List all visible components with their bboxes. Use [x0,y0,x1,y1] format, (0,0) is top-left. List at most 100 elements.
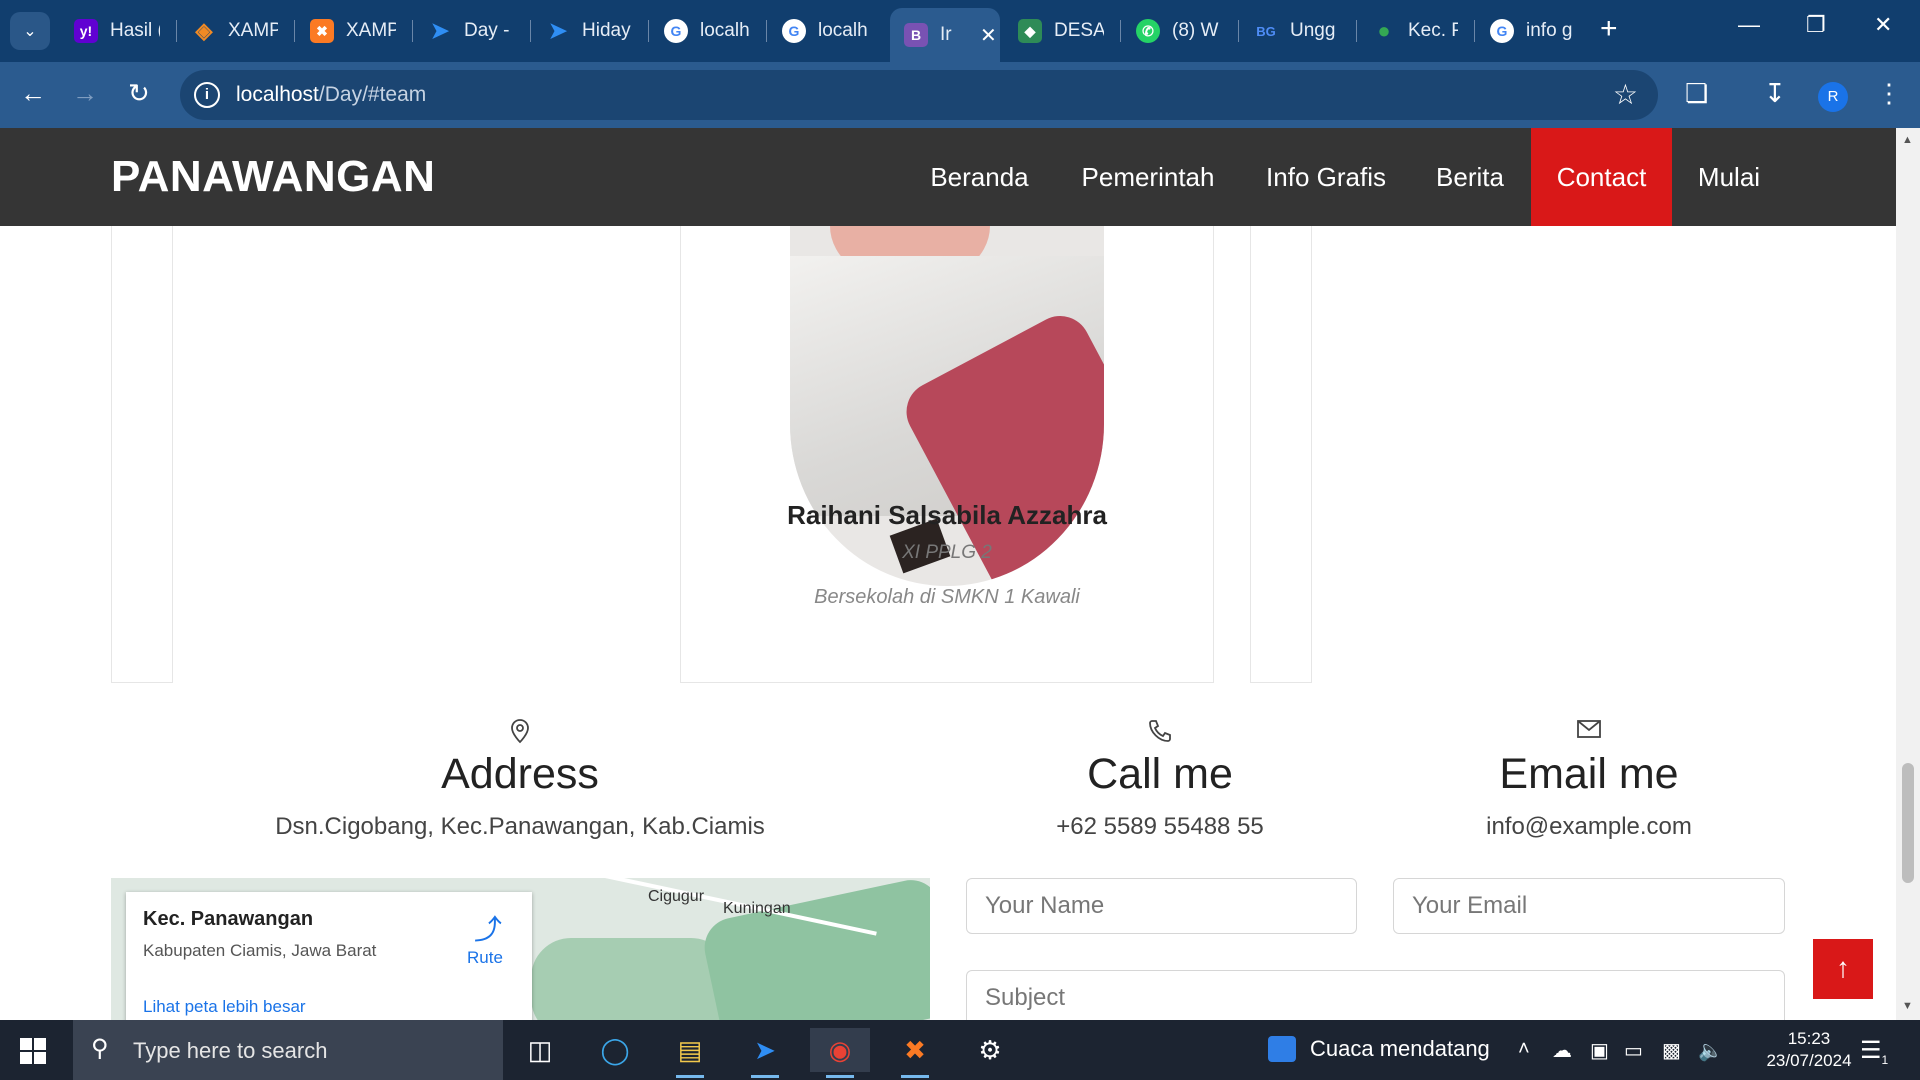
network-icon[interactable]: ▭ [1624,1038,1643,1063]
address-block: Address Dsn.Cigobang, Kec.Panawangan, Ka… [170,718,870,841]
clock-date: 23/07/2024 [1766,1051,1852,1070]
embedded-map[interactable]: Cigugur Kuningan Kec. Panawangan Kabupat… [111,878,930,1020]
tab-localhost-2[interactable]: G localh [768,8,883,54]
route-link[interactable]: Rute [467,948,503,968]
tab-yahoo[interactable]: y! Hasil ( [60,8,175,54]
back-to-top-button[interactable]: ↑ [1813,939,1873,999]
xampp-taskbar-icon[interactable]: ✖ [885,1028,945,1078]
taskbar-search-box[interactable]: ⚲ Type here to search [73,1020,503,1080]
tab-active-bootstrap[interactable]: B Ir ✕ [890,8,1000,62]
scroll-up-arrow-icon[interactable]: ▲ [1902,134,1913,146]
taskbar-clock[interactable]: 15:23 23/07/2024 [1754,1028,1864,1072]
email-input[interactable]: Your Email [1393,878,1785,934]
menu-kebab-icon[interactable]: ⋮ [1876,78,1902,109]
windows-start-icon[interactable] [20,1038,46,1064]
close-tab-icon[interactable]: ✕ [980,23,997,48]
extensions-icon[interactable]: ❏ [1685,78,1708,109]
weather-widget[interactable]: Cuaca mendatang [1268,1036,1490,1062]
tab-divider [1238,20,1239,42]
restore-icon[interactable]: ❐ [1806,12,1826,38]
task-view-icon[interactable]: ◫ [510,1028,570,1072]
tab-desa[interactable]: ◆ DESA [1004,8,1119,54]
tab-divider [176,20,177,42]
xampp-icon: ✖ [310,19,334,43]
tab-info[interactable]: G info g [1476,8,1591,54]
browser-tab-strip: ⌄ y! Hasil ( ◈ XAMP ✖ XAMP ➤ Day - ➤ Hid… [0,0,1920,62]
notification-center-icon[interactable]: ☰1 [1860,1036,1888,1067]
nav-info-grafis[interactable]: Info Grafis [1243,128,1409,226]
directions-icon[interactable]: ⤴ [474,908,502,948]
subject-input[interactable]: Subject [966,970,1785,1020]
scrollbar-thumb[interactable] [1902,763,1914,883]
map-place-region: Kabupaten Ciamis, Jawa Barat [143,941,377,960]
scroll-down-arrow-icon[interactable]: ▼ [1902,1000,1913,1012]
call-title: Call me [1087,750,1233,798]
volume-muted-icon[interactable]: 🔈 [1698,1038,1723,1063]
onedrive-cloud-icon[interactable]: ☁ [1552,1038,1572,1063]
back-icon[interactable]: ← [20,78,46,109]
profile-avatar[interactable]: R [1818,82,1848,112]
phone-icon [960,718,1360,744]
tab-unggah[interactable]: BG Ungg [1240,8,1355,54]
nav-beranda[interactable]: Beranda [906,128,1053,226]
member-photo [790,226,1104,586]
tab-xampp-1[interactable]: ◈ XAMP [178,8,293,54]
google-icon: G [664,19,688,43]
tab-whatsapp[interactable]: ✆ (8) W [1122,8,1237,54]
bookmark-star-icon[interactable]: ☆ [1613,78,1638,111]
address-bar[interactable]: i localhost/Day/#team ☆ [180,70,1658,120]
download-icon[interactable]: ↧ [1764,78,1786,109]
notification-count: 1 [1881,1052,1889,1067]
close-window-icon[interactable]: ✕ [1874,12,1892,38]
browser-toolbar: ← → ↻ i localhost/Day/#team ☆ ❏ ↧ R ⋮ [0,62,1920,128]
map-place-name: Kec. Panawangan [143,908,314,930]
larger-map-link[interactable]: Lihat peta lebih besar [143,997,306,1017]
url-path: /Day/#team [318,83,427,106]
edge-icon[interactable]: ◯ [585,1028,645,1072]
tray-chevron-icon[interactable]: ˄ [1518,1038,1530,1061]
meet-now-icon[interactable]: ▣ [1590,1038,1609,1063]
bird-icon: ➤ [430,18,450,43]
tab-localhost-1[interactable]: G localh [650,8,765,54]
chrome-icon[interactable]: ◉ [810,1028,870,1078]
page-scrollbar[interactable]: ▲ ▼ [1896,128,1920,1020]
member-name: Raihani Salsabila Azzahra [787,500,1107,530]
settings-gear-icon[interactable]: ⚙ [960,1028,1020,1072]
map-label-cigugur: Cigugur [648,888,705,905]
tab-xampp-2[interactable]: ✖ XAMP [296,8,411,54]
forward-icon[interactable]: → [72,78,98,109]
bg-icon: BG [1256,23,1276,39]
member-class: XI PPLG 2 [902,542,992,563]
map-place-card: Kec. Panawangan Kabupaten Ciamis, Jawa B… [126,892,532,1020]
tab-divider [648,20,649,42]
page-viewport: PANAWANGAN Beranda Pemerintah Info Grafi… [0,128,1896,1020]
site-logo[interactable]: PANAWANGAN [111,152,435,202]
tab-divider [1474,20,1475,42]
bootstrap-icon: B [904,23,928,47]
vscode-icon[interactable]: ➤ [735,1028,795,1078]
email-address[interactable]: info@example.com [1389,813,1789,841]
site-info-icon[interactable]: i [194,82,220,108]
map-terrain [531,938,731,1020]
google-icon: G [1490,19,1514,43]
file-explorer-icon[interactable]: ▤ [660,1028,720,1078]
new-tab-button[interactable]: + [1600,14,1618,44]
phone-number[interactable]: +62 5589 55488 55 [960,813,1360,841]
team-card-right [1250,188,1312,683]
tab-day[interactable]: ➤ Day - [414,8,529,54]
name-input[interactable]: Your Name [966,878,1357,934]
url-text[interactable]: localhost/Day/#team [236,83,426,107]
map-label-kuningan: Kuningan [723,900,791,917]
nav-contact[interactable]: Contact [1531,128,1672,226]
nav-pemerintah[interactable]: Pemerintah [1053,128,1243,226]
tab-hiday[interactable]: ➤ Hiday [532,8,647,54]
tab-maps[interactable]: ● Kec. P [1358,8,1473,54]
nav-mulai[interactable]: Mulai [1672,128,1786,226]
tab-divider [530,20,531,42]
minimize-icon[interactable]: — [1738,12,1760,38]
nav-berita[interactable]: Berita [1409,128,1531,226]
reload-icon[interactable]: ↻ [128,78,150,109]
display-icon[interactable]: ▩ [1662,1038,1681,1063]
tab-search-button[interactable]: ⌄ [10,12,50,50]
tab-divider [294,20,295,42]
